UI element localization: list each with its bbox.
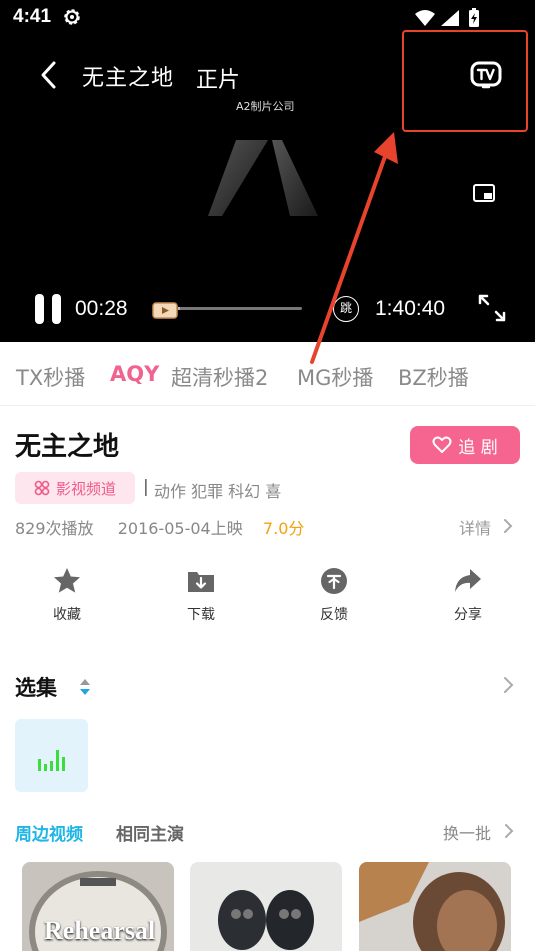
tag-separator: | [143, 477, 149, 497]
follow-series-button[interactable]: 追 剧 [410, 426, 520, 464]
signal-icon [441, 10, 459, 26]
tab-same-cast[interactable]: 相同主演 [116, 820, 184, 845]
current-time: 00:28 [75, 297, 128, 320]
danmaku-tv-icon[interactable] [152, 301, 178, 319]
wifi-icon [415, 10, 435, 26]
thumbnail-caption: Rehearsal [44, 916, 156, 945]
channel-label: 影视频道 [55, 479, 116, 498]
skip-intro-button[interactable]: 跳 [333, 296, 359, 322]
video-title: 无主之地 [82, 66, 175, 91]
rating-score: 7.0分 [262, 519, 305, 538]
play-count: 829次播放 [15, 519, 94, 538]
action-bar: 收藏 下载 反馈 分享 [0, 566, 535, 630]
refresh-link[interactable]: 换一批 [443, 820, 491, 844]
source-tab-mg[interactable]: MG秒播 [297, 362, 373, 392]
back-arrow-icon[interactable] [36, 58, 64, 92]
download-button[interactable]: 下载 [161, 566, 241, 624]
heart-icon [432, 436, 452, 453]
now-playing-bars-icon [38, 750, 65, 771]
share-label: 分享 [454, 607, 482, 623]
source-tab-hd2[interactable]: 超清秒播2 [171, 362, 268, 392]
settings-gear-icon [64, 9, 80, 25]
chevron-right-icon[interactable] [504, 823, 514, 839]
sort-toggle-icon[interactable] [78, 676, 92, 698]
video-player[interactable]: 4:41 无主之地 正片 A2制片公司 00:28 跳 1:40:40 [0, 0, 535, 342]
fullscreen-icon[interactable] [477, 293, 507, 323]
chevron-right-icon[interactable] [503, 518, 513, 534]
tab-related-videos[interactable]: 周边视频 [15, 820, 83, 845]
status-icons [415, 8, 479, 27]
episode-card-playing[interactable] [15, 719, 88, 792]
feedback-label: 反馈 [320, 607, 348, 623]
favorite-button[interactable]: 收藏 [27, 566, 107, 624]
pause-button[interactable] [35, 294, 63, 324]
movie-title: 无主之地 [15, 432, 120, 462]
feedback-button[interactable]: 反馈 [294, 566, 374, 624]
source-tab-aqy[interactable]: AQY [110, 362, 159, 386]
annotation-highlight-box [402, 30, 528, 132]
star-icon [54, 568, 80, 593]
progress-fill [178, 307, 180, 310]
progress-bar[interactable] [178, 307, 302, 310]
source-tab-bz[interactable]: BZ秒播 [398, 362, 469, 392]
share-icon [455, 569, 481, 592]
episodes-title: 选集 [15, 676, 57, 700]
total-time: 1:40:40 [375, 297, 446, 320]
download-label: 下载 [187, 607, 215, 623]
movie-meta: 829次播放 2016-05-04上映 7.0分 [15, 515, 304, 539]
chevron-right-icon[interactable] [503, 676, 514, 694]
related-thumbnail-3[interactable] [359, 862, 511, 951]
channel-grid-icon [34, 480, 50, 496]
video-episode-label: 正片 [196, 68, 241, 93]
production-company-text: A2制片公司 [236, 100, 295, 113]
share-button[interactable]: 分享 [428, 566, 508, 624]
release-date: 2016-05-04上映 [117, 519, 243, 538]
related-thumbnail-2[interactable] [190, 862, 342, 951]
source-tab-tx[interactable]: TX秒播 [16, 362, 85, 392]
studio-logo [208, 140, 318, 216]
source-tabs: TX秒播 AQY 超清秒播2 MG秒播 BZ秒播 [0, 342, 535, 406]
portrait-poster-image [359, 862, 511, 951]
channel-tag[interactable]: 影视频道 [15, 472, 135, 504]
details-link[interactable]: 详情 [459, 515, 491, 539]
download-folder-icon [188, 572, 214, 592]
favorite-label: 收藏 [53, 607, 81, 623]
follow-label: 追 剧 [458, 437, 498, 458]
feedback-icon [321, 568, 347, 594]
picture-in-picture-icon[interactable] [473, 184, 495, 202]
gasmask-poster-image [190, 862, 342, 951]
status-time: 4:41 [13, 6, 52, 27]
genre-list: 动作 犯罪 科幻 喜 [154, 482, 282, 501]
